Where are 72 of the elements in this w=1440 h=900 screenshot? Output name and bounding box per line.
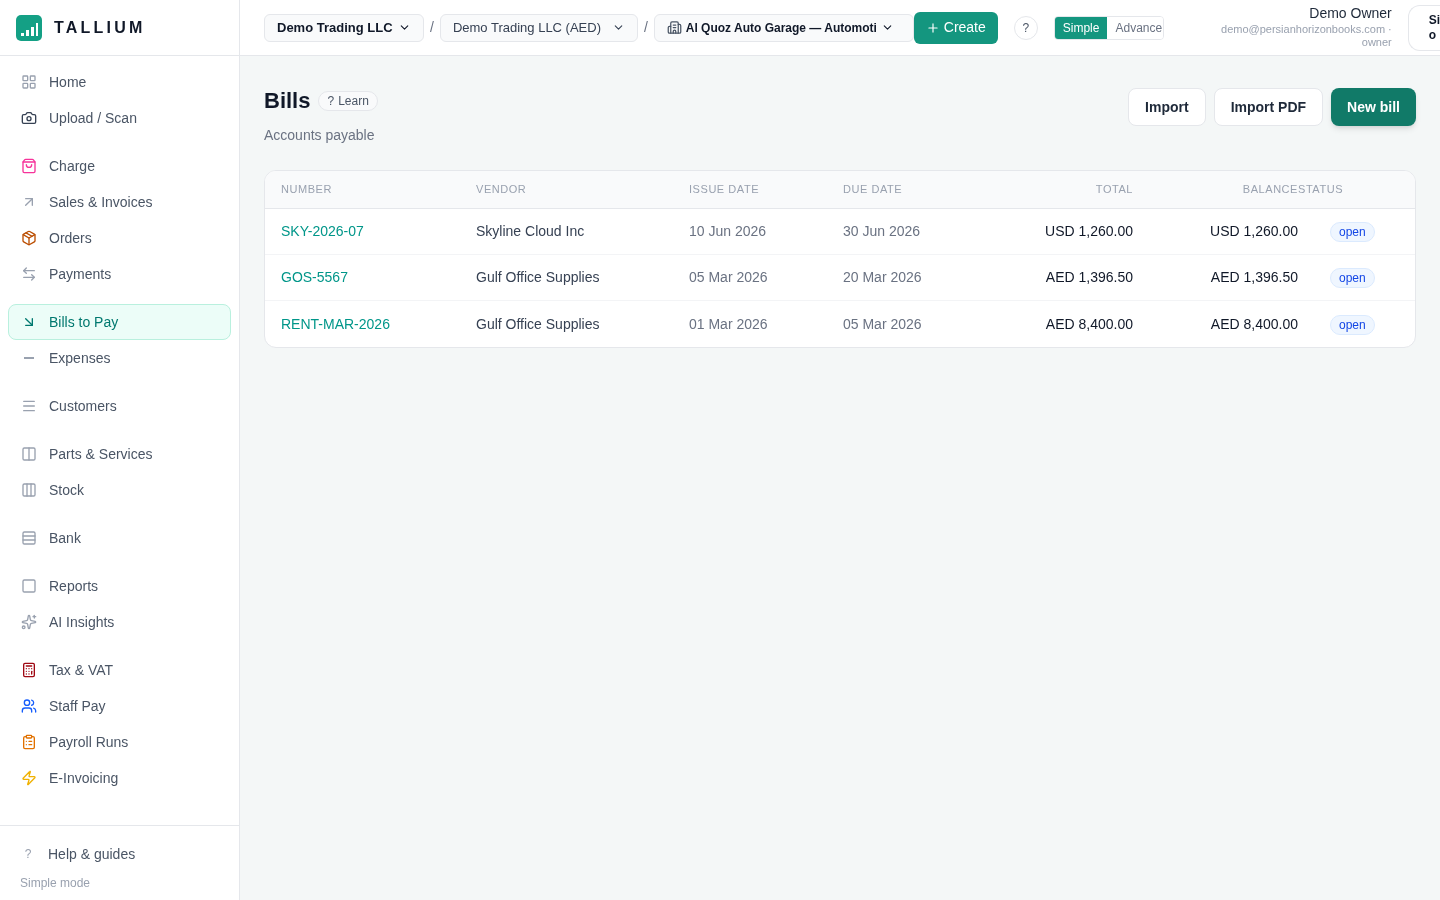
column-header: DUE DATE (843, 182, 904, 198)
dash-icon (24, 357, 34, 359)
breadcrumb-separator: / (430, 18, 434, 37)
sidebar-item[interactable]: Customers (8, 388, 231, 424)
table-cell-text: Gulf Office Supplies (476, 314, 601, 334)
status-badge: open (1330, 222, 1375, 242)
column-header: TOTAL (1094, 182, 1133, 198)
branch-select[interactable]: Al Quoz Auto Garage — Automoti (653, 13, 914, 42)
table-cell-text: Skyline Cloud Inc (476, 222, 586, 241)
bill-number-link[interactable]: GOS-5567 (281, 267, 476, 288)
user-role: owner (1361, 36, 1392, 50)
table-cell-text: 05 Mar 2026 (843, 314, 923, 334)
status-badge: open (1330, 314, 1375, 335)
action-button[interactable]: Import (1128, 88, 1206, 126)
action-button[interactable]: Import PDF (1213, 88, 1324, 126)
table-cell-text: USD 1,260.00 (1209, 222, 1298, 241)
user-name: Demo Owner (1309, 5, 1392, 23)
sidebar-item[interactable]: Parts & Services (8, 436, 231, 472)
table-cell-text: 10 Jun 2026 (689, 222, 768, 241)
brand-name: TALLIUM (54, 17, 146, 38)
column-header: BALANCE (1241, 182, 1298, 198)
create-button[interactable]: Create (913, 11, 998, 44)
table-cell-text: AED 8,400.00 (1044, 314, 1133, 334)
column-header: ISSUE DATE (689, 182, 761, 198)
help-link[interactable]: ? Help & guides (8, 838, 231, 870)
question-icon: ? (327, 91, 335, 110)
table-cell-text: 20 Mar 2026 (843, 268, 923, 287)
page-subtitle: Accounts payable (264, 126, 376, 145)
sidebar-item[interactable]: Payroll Runs (8, 724, 231, 760)
column-header: VENDOR (476, 182, 528, 198)
learn-button[interactable]: ? Learn (318, 90, 378, 111)
column-header: NUMBER (281, 182, 333, 198)
table-cell-text: AED 8,400.00 (1209, 314, 1298, 334)
company-select[interactable]: Demo Trading LLC (264, 13, 424, 42)
sidebar-item[interactable]: E-Invoicing (8, 760, 231, 796)
sign-out-button[interactable]: Si o (1407, 4, 1440, 51)
mode-tab[interactable]: Simple (1054, 16, 1108, 39)
sidebar-item[interactable]: Home (8, 64, 231, 100)
building-icon (666, 20, 682, 35)
user-email: demo@persianhorizonbooks.com · (1221, 22, 1392, 37)
sidebar-item[interactable]: Sales & Invoices (8, 184, 231, 220)
sidebar-item[interactable]: Orders (8, 220, 231, 256)
table-cell-text: USD 1,260.00 (1044, 222, 1133, 241)
plus-icon (925, 20, 940, 35)
table-cell-text: AED 1,396.50 (1044, 268, 1133, 287)
breadcrumb-separator: / (643, 18, 648, 37)
bill-number-link[interactable]: SKY-2026-07 (281, 221, 476, 242)
sidebar-item[interactable]: Tax & VAT (8, 652, 231, 688)
action-button[interactable]: New bill (1331, 88, 1416, 126)
table-cell-text: 30 Jun 2026 (843, 222, 922, 241)
table-cell-text: 01 Mar 2026 (689, 314, 769, 334)
sidebar-item[interactable]: Charge (8, 148, 231, 184)
sidebar-item[interactable]: Bank (8, 520, 231, 556)
status-badge: open (1330, 268, 1375, 288)
mode-label: Simple mode (19, 875, 92, 892)
column-header: STATUS (1298, 182, 1345, 198)
sidebar-item[interactable]: Reports (8, 568, 231, 604)
bill-number-link[interactable]: RENT-MAR-2026 (281, 313, 476, 335)
table-cell-text: Gulf Office Supplies (476, 268, 601, 287)
sidebar-item[interactable]: AI Insights (8, 604, 231, 640)
sidebar-item[interactable]: Bills to Pay (8, 304, 231, 340)
table-cell-text: AED 1,396.50 (1209, 268, 1298, 287)
page-title: Bills (264, 87, 311, 115)
question-icon: ? (20, 845, 36, 863)
ledger-select[interactable]: Demo Trading LLC (AED) (439, 13, 638, 42)
sidebar-item[interactable]: Expenses (8, 340, 231, 376)
sidebar-item[interactable]: Staff Pay (8, 688, 231, 724)
sidebar-item[interactable]: Upload / Scan (8, 100, 231, 136)
sidebar-item[interactable]: Stock (8, 472, 231, 508)
logo-icon (16, 14, 42, 41)
table-cell-text: 05 Mar 2026 (689, 268, 769, 287)
sidebar-item[interactable]: Payments (8, 256, 231, 292)
